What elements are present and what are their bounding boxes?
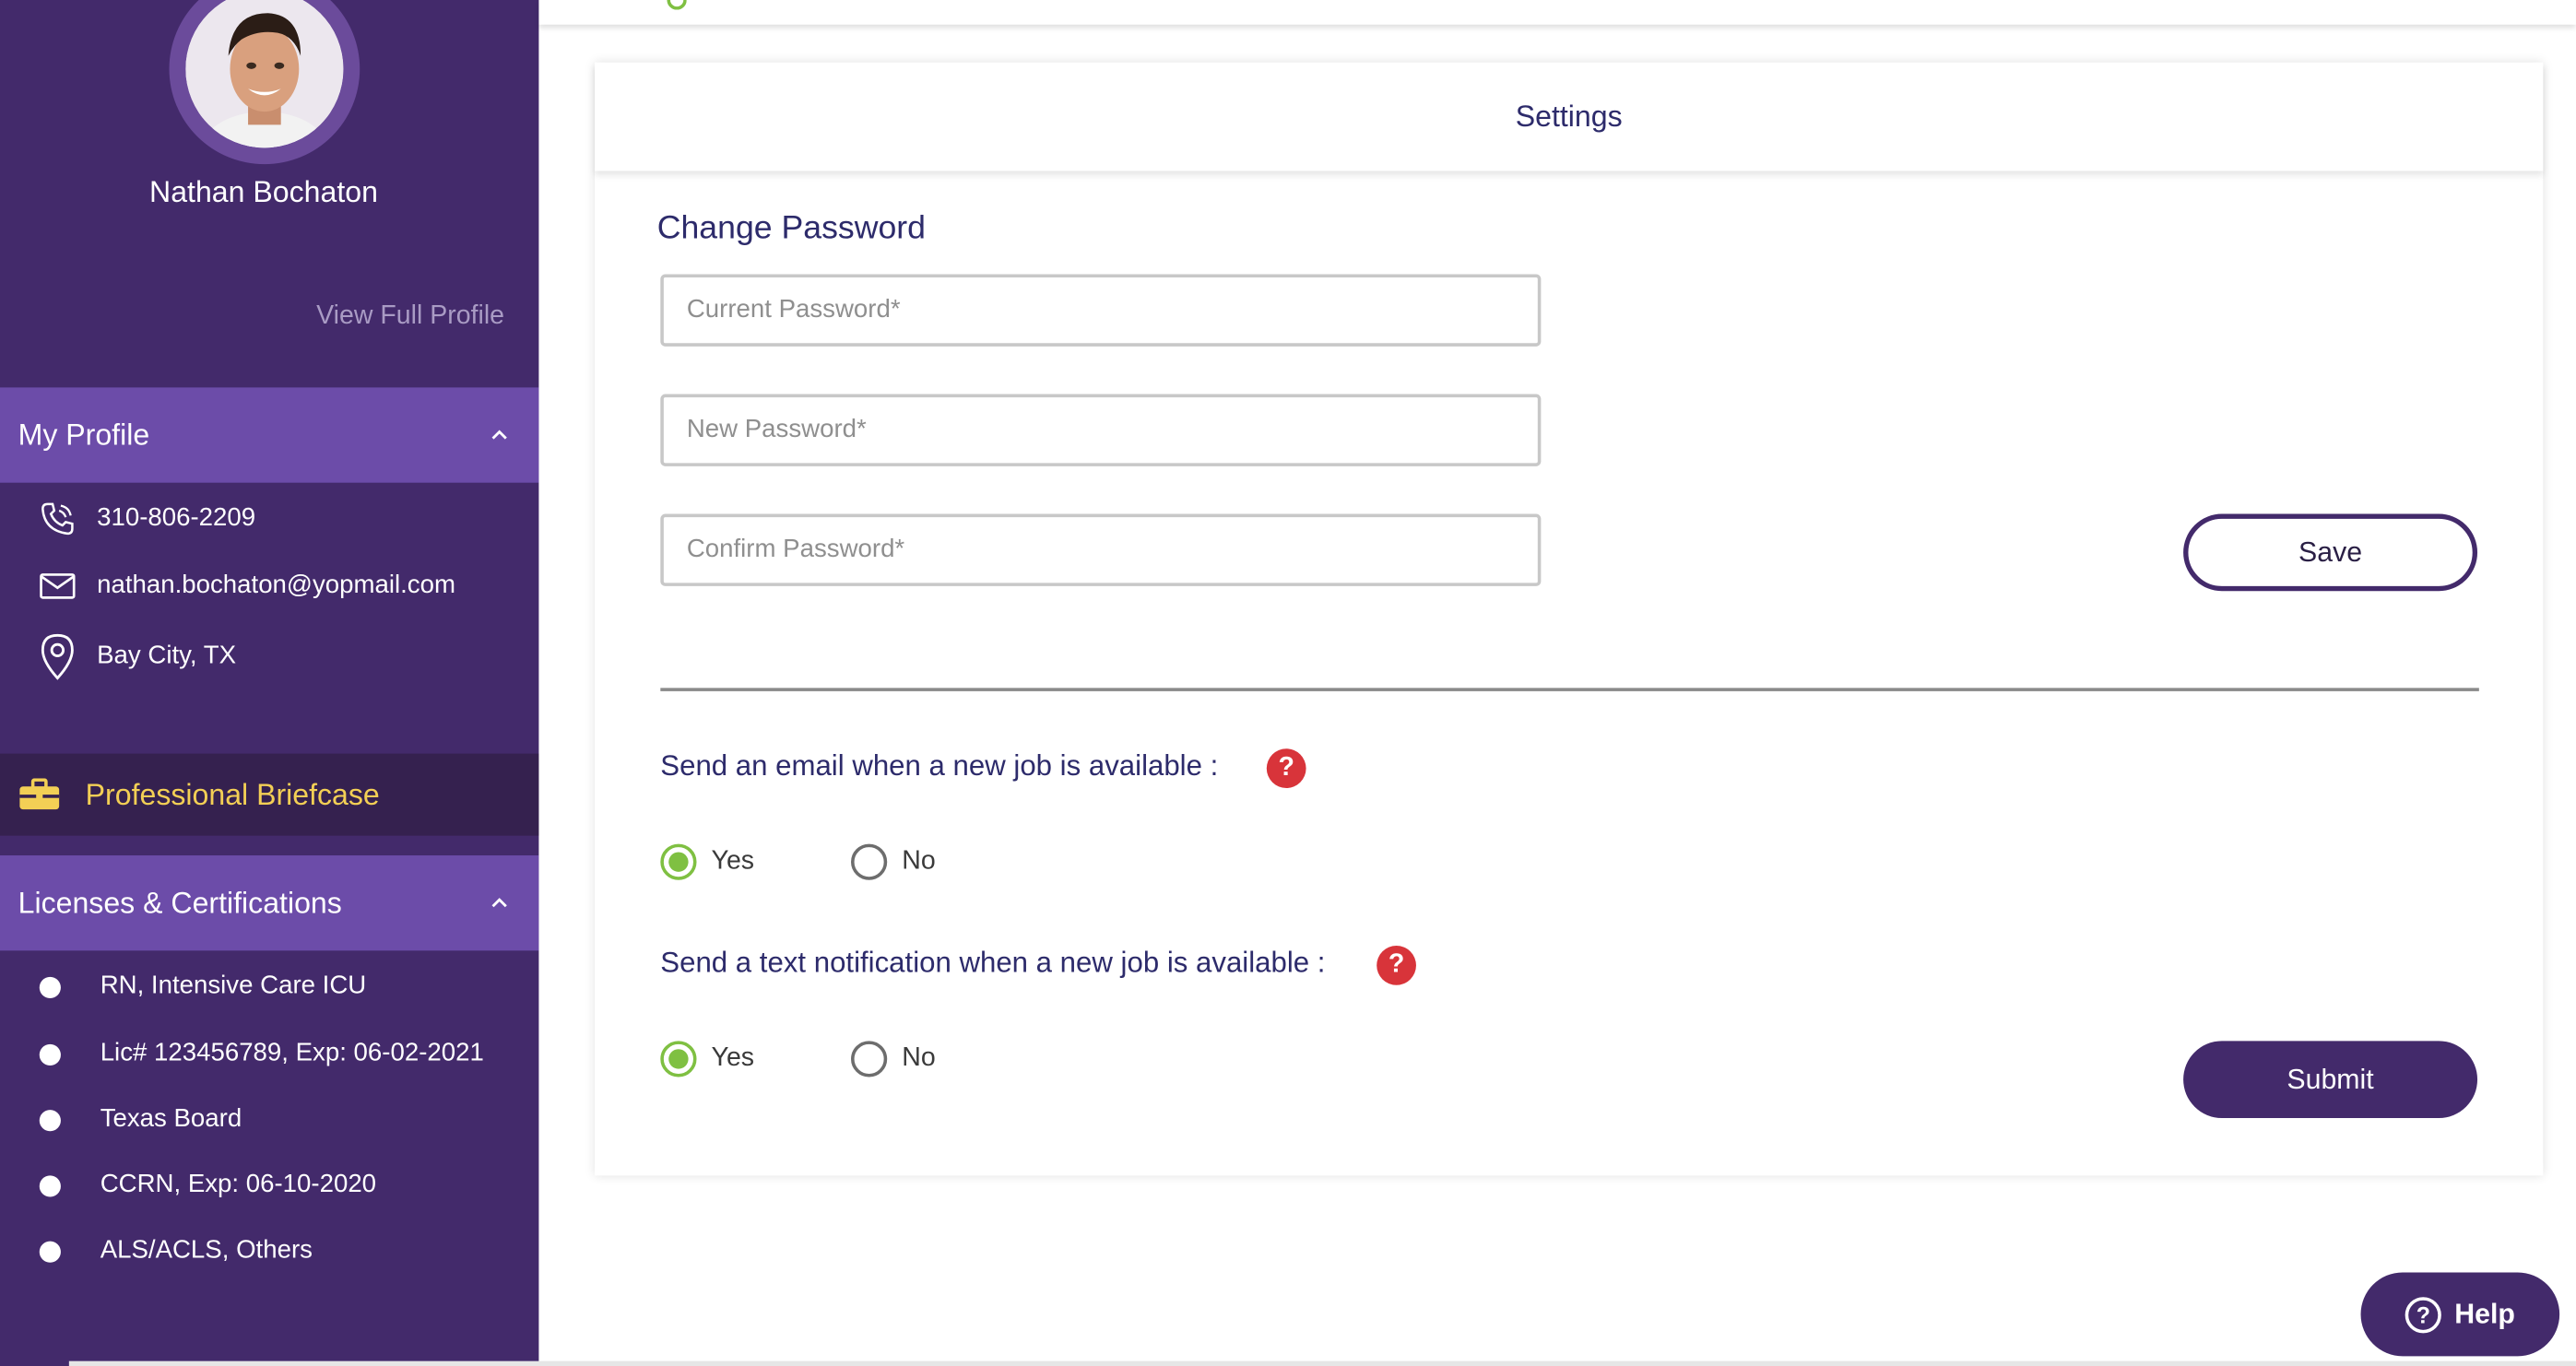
contact-phone: 310-806-2209 — [36, 498, 255, 540]
submit-button[interactable]: Submit — [2183, 1041, 2478, 1119]
radio-label: Yes — [711, 847, 755, 876]
my-profile-header[interactable]: My Profile — [0, 387, 539, 483]
radio-label: No — [902, 1043, 936, 1073]
user-name: Nathan Bochaton — [149, 175, 378, 209]
help-label: Help — [2454, 1298, 2515, 1329]
text-notification-question: Send a text notification when a new job … — [660, 946, 1326, 979]
avatar-image — [185, 0, 344, 148]
my-profile-title: My Profile — [18, 418, 150, 451]
question-icon[interactable]: ? — [1266, 748, 1306, 788]
briefcase-label: Professional Briefcase — [85, 777, 380, 811]
licenses-title: Licenses & Certifications — [18, 885, 342, 919]
email-no-option[interactable]: No — [851, 843, 936, 880]
contact-email: nathan.bochaton@yopmail.com — [36, 565, 455, 607]
bullet-icon — [39, 1109, 61, 1131]
email-notification-question: Send an email when a new job is availabl… — [660, 748, 1219, 782]
radio-checked-icon[interactable] — [660, 843, 697, 880]
license-text: RN, Intensive Care ICU — [100, 972, 367, 1000]
radio-label: Yes — [711, 1043, 755, 1073]
new-password-field[interactable] — [660, 394, 1542, 466]
app-root: Nathan Bochaton View Full Profile My Pro… — [0, 0, 2576, 1366]
text-no-option[interactable]: No — [851, 1041, 936, 1077]
question-icon: ? — [2405, 1296, 2441, 1333]
professional-briefcase-link[interactable]: Professional Briefcase — [0, 753, 539, 836]
confirm-password-field[interactable] — [660, 513, 1542, 586]
help-button[interactable]: ? Help — [2360, 1272, 2560, 1357]
settings-header: Settings — [595, 63, 2543, 171]
bullet-icon — [39, 1240, 61, 1262]
email-yes-option[interactable]: Yes — [660, 843, 755, 880]
radio-checked-icon[interactable] — [660, 1041, 697, 1077]
license-item: ALS/ACLS, Others — [39, 1236, 313, 1266]
email-address: nathan.bochaton@yopmail.com — [97, 571, 455, 600]
radio-unchecked-icon[interactable] — [851, 843, 888, 880]
bullet-icon — [39, 1042, 61, 1066]
save-button[interactable]: Save — [2183, 513, 2478, 592]
divider — [660, 688, 2479, 691]
phone-number: 310-806-2209 — [97, 503, 256, 533]
license-text: Texas Board — [100, 1104, 242, 1134]
location-text: Bay City, TX — [97, 642, 237, 670]
chevron-up-icon[interactable] — [488, 891, 511, 914]
bullet-icon — [39, 975, 61, 998]
license-text: ALS/ACLS, Others — [100, 1236, 313, 1265]
bottom-divider — [68, 1360, 2576, 1366]
licenses-header[interactable]: Licenses & Certifications — [0, 855, 539, 951]
license-item: Texas Board — [39, 1104, 242, 1135]
license-text: CCRN, Exp: 06-10-2020 — [100, 1171, 377, 1199]
license-item: RN, Intensive Care ICU — [39, 972, 367, 1002]
briefcase-icon — [18, 778, 61, 811]
phone-icon — [36, 498, 78, 540]
license-item: CCRN, Exp: 06-10-2020 — [39, 1171, 377, 1200]
current-password-field[interactable] — [660, 274, 1542, 347]
license-text: Lic# 123456789, Exp: 06-02-2021 — [100, 1039, 484, 1067]
top-bar — [538, 0, 2576, 25]
view-full-profile-link[interactable]: View Full Profile — [316, 302, 504, 332]
question-icon[interactable]: ? — [1377, 946, 1416, 985]
mail-icon — [36, 565, 78, 607]
avatar-ring — [169, 0, 360, 165]
avatar[interactable] — [185, 0, 344, 148]
bullet-icon — [39, 1174, 61, 1196]
change-password-title: Change Password — [656, 210, 926, 247]
contact-location: Bay City, TX — [36, 633, 237, 680]
map-pin-icon — [36, 633, 78, 680]
license-item: Lic# 123456789, Exp: 06-02-2021 — [39, 1039, 484, 1069]
chevron-up-icon[interactable] — [488, 424, 511, 447]
radio-unchecked-icon[interactable] — [851, 1041, 888, 1077]
text-yes-option[interactable]: Yes — [660, 1041, 754, 1077]
radio-label: No — [902, 847, 936, 876]
sidebar: Nathan Bochaton View Full Profile My Pro… — [0, 0, 539, 1366]
